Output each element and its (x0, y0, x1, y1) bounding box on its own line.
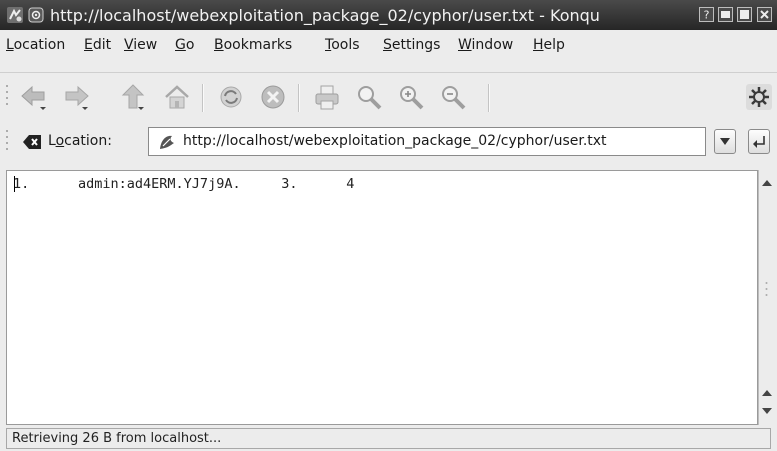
menu-location[interactable]: Location (6, 37, 65, 53)
reload-icon[interactable] (216, 82, 246, 112)
konqueror-favicon-icon (157, 132, 177, 152)
up-arrow-icon[interactable] (118, 82, 148, 112)
locationbar-grip-icon[interactable] (5, 127, 9, 157)
menu-edit[interactable]: Edit (84, 37, 111, 53)
page-content[interactable]: 1. admin:ad4ERM.YJ7j9A. 3. 4 (6, 170, 758, 425)
url-input[interactable] (183, 133, 698, 149)
main-toolbar (0, 74, 777, 120)
menu-tools-rest: ools (331, 37, 360, 53)
menu-view-rest: iew (133, 37, 158, 53)
chevron-down-icon (720, 138, 730, 145)
help-icon[interactable]: ? (699, 7, 714, 22)
scroll-down-icon[interactable] (762, 406, 772, 416)
close-icon[interactable] (757, 7, 772, 22)
scroll-up-icon[interactable] (762, 178, 772, 188)
clear-location-icon[interactable] (22, 133, 42, 151)
menu-settings[interactable]: Settings (383, 37, 440, 53)
stop-icon[interactable] (258, 82, 288, 112)
menu-bar: Location Edit View Go Bookmarks Tools Se… (0, 30, 777, 60)
toolbar-separator (202, 84, 204, 112)
home-icon[interactable] (162, 82, 192, 112)
text-caret (14, 176, 15, 192)
menu-bookmarks[interactable]: Bookmarks (214, 37, 292, 53)
back-arrow-icon[interactable] (18, 82, 48, 112)
menu-bookmarks-rest: ookmarks (223, 37, 293, 53)
url-history-dropdown[interactable] (714, 129, 736, 154)
konqueror-app-icon[interactable] (6, 6, 24, 24)
go-button[interactable] (748, 129, 770, 154)
menu-location-rest: ocation (13, 37, 66, 53)
zoom-in-icon[interactable] (396, 82, 426, 112)
print-icon[interactable] (312, 82, 342, 112)
window-title: http://localhost/webexploitation_package… (50, 6, 600, 25)
status-bar: Retrieving 26 B from localhost... (6, 428, 771, 449)
url-field[interactable] (148, 127, 706, 156)
vertical-scrollbar[interactable] (758, 170, 775, 425)
menu-edit-rest: dit (92, 37, 112, 53)
menu-view[interactable]: View (124, 37, 157, 53)
menu-go[interactable]: Go (175, 37, 194, 53)
toolbar-grip-icon[interactable] (5, 82, 9, 112)
menu-tools[interactable]: Tools (325, 37, 360, 53)
sticky-pin-icon[interactable] (28, 7, 44, 23)
forward-arrow-icon[interactable] (62, 82, 92, 112)
kde-throbber-icon[interactable] (744, 82, 774, 112)
toolbar-separator (298, 84, 300, 112)
scroll-up-icon[interactable] (762, 388, 772, 398)
minimize-icon[interactable] (718, 7, 733, 22)
zoom-out-icon[interactable] (438, 82, 468, 112)
location-toolbar: Location: (0, 120, 777, 164)
location-label: Location: (48, 133, 112, 149)
zoom-icon[interactable] (354, 82, 384, 112)
scrollbar-grip-icon[interactable] (765, 280, 768, 298)
toolbar-separator (488, 84, 490, 112)
menu-settings-rest: ettings (391, 37, 441, 53)
status-text: Retrieving 26 B from localhost... (12, 431, 222, 446)
maximize-icon[interactable] (737, 7, 752, 22)
menu-go-rest: o (185, 37, 195, 53)
menu-help[interactable]: Help (533, 37, 565, 53)
svg-text:?: ? (704, 9, 710, 22)
menu-window-rest: indow (471, 37, 514, 53)
title-bar[interactable]: http://localhost/webexploitation_package… (0, 0, 777, 30)
menu-window[interactable]: Window (458, 37, 513, 53)
enter-arrow-icon (753, 136, 765, 148)
menu-divider (0, 72, 777, 73)
document-text: 1. admin:ad4ERM.YJ7j9A. 3. 4 (13, 176, 355, 192)
menu-help-rest: elp (543, 37, 565, 53)
konqueror-window: http://localhost/webexploitation_package… (0, 0, 777, 451)
